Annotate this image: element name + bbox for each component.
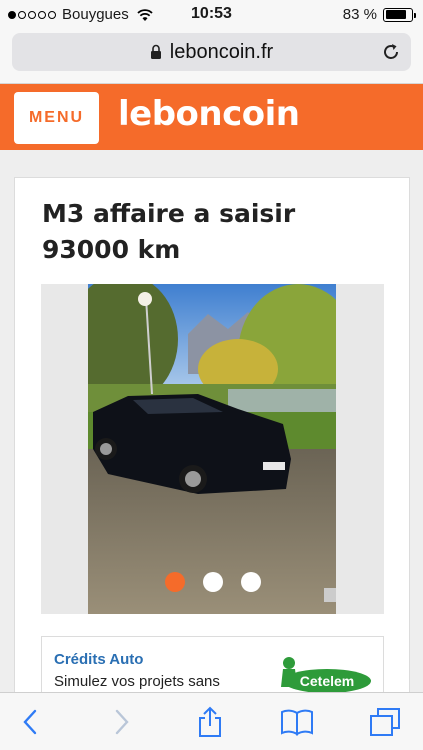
tabs-icon (370, 708, 400, 736)
promo-title[interactable]: Crédits Auto (54, 651, 143, 668)
pager-dot-3[interactable] (240, 572, 261, 592)
browser-toolbar (0, 692, 423, 750)
chevron-right-icon (115, 709, 129, 735)
battery-percent: 83 % (342, 6, 377, 23)
promo-text: Simulez vos projets sans (54, 673, 220, 690)
site-header: MENU leboncoin (0, 84, 423, 150)
photo-gallery[interactable] (41, 284, 384, 614)
pager-dot-2[interactable] (202, 572, 223, 592)
lock-icon (150, 44, 161, 59)
cetelem-logo-text: Cetelem (300, 673, 354, 689)
share-button[interactable] (193, 706, 227, 737)
listing-title: M3 affaire a saisir 93000 km (42, 199, 296, 264)
battery-icon (383, 7, 416, 22)
url-text: leboncoin.fr (169, 40, 274, 63)
forward-button[interactable] (105, 707, 139, 737)
battery-info: 83 % (342, 6, 416, 23)
gallery-pager (41, 572, 384, 592)
site-logo[interactable]: leboncoin (118, 94, 300, 134)
reload-icon[interactable] (381, 42, 401, 62)
page-content: M3 affaire a saisir 93000 km Crédits Aut… (0, 150, 423, 717)
chevron-left-icon (23, 709, 37, 735)
listing-photo[interactable] (88, 284, 336, 614)
menu-button[interactable]: MENU (14, 92, 99, 144)
status-bar: Bouygues 10:53 83 % (0, 0, 423, 28)
bookmarks-button[interactable] (280, 707, 314, 737)
back-button[interactable] (13, 707, 47, 737)
listing-card: M3 affaire a saisir 93000 km Crédits Aut… (14, 177, 410, 717)
cetelem-logo: Cetelem (281, 657, 371, 693)
url-field[interactable]: leboncoin.fr (12, 33, 411, 71)
pager-dot-1[interactable] (164, 572, 185, 592)
book-icon (281, 709, 313, 736)
tabs-button[interactable] (368, 707, 402, 737)
browser-address-bar: leboncoin.fr (0, 28, 423, 84)
share-icon (199, 706, 221, 737)
